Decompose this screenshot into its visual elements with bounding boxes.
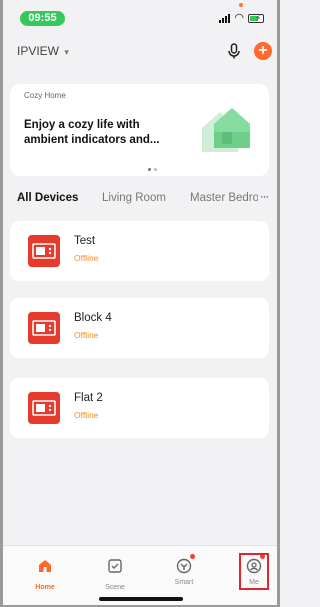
device-card[interactable]: Test Offline [10,221,269,281]
privacy-indicator-icon [239,3,243,7]
doorbell-device-icon [28,392,60,424]
doorbell-device-icon [28,235,60,267]
device-name: Test [74,235,96,247]
system-icons: ◠ ⚡ [219,10,264,26]
doorbell-device-icon [28,312,60,344]
home-name-label: IPVIEW [17,44,60,58]
device-status: Offline [74,253,99,263]
me-tab-highlight-box [239,553,269,590]
device-name: Flat 2 [74,392,103,404]
tab-master-bedroom[interactable]: Master Bedroom [190,192,258,204]
home-selector[interactable]: IPVIEW ▾ [17,44,69,58]
bottom-nav: Home Scene Smart Me [3,545,277,605]
home-icon [39,560,51,572]
app-header: IPVIEW ▾ + [3,38,277,64]
nav-smart[interactable]: Smart [159,554,209,586]
device-status: Offline [74,330,99,340]
wifi-icon: ◠ [234,12,244,24]
carousel-dots [148,168,157,171]
smart-icon-wrap [174,554,195,576]
banner-tag: Cozy Home [24,91,66,100]
tab-all-devices[interactable]: All Devices [17,192,78,204]
nav-label: Scene [105,584,125,591]
status-bar: 09:55 ◠ ⚡ [3,0,277,32]
device-card[interactable]: Flat 2 Offline [10,378,269,438]
tab-living-room[interactable]: Living Room [102,192,166,204]
banner-text: Enjoy a cozy life with ambient indicator… [24,119,160,146]
device-card[interactable]: Block 4 Offline [10,298,269,358]
smart-icon [176,558,192,574]
microphone-icon[interactable] [225,42,243,60]
signal-icon [219,13,231,23]
device-status: Offline [74,410,99,420]
status-time: 09:55 [20,11,65,26]
house-illustration-icon [202,108,250,152]
notification-dot-icon [190,554,195,559]
nav-label: Smart [174,579,194,586]
room-tabs: All Devices Living Room Master Bedroom ·… [3,190,277,210]
carousel-dot [148,168,151,171]
scene-icon [108,559,122,573]
home-indicator [99,597,183,601]
battery-icon: ⚡ [248,13,264,23]
add-device-button[interactable]: + [254,42,272,60]
more-icon[interactable]: ··· [260,191,269,203]
cozy-home-banner[interactable]: Cozy Home Enjoy a cozy life with ambient… [10,84,269,176]
nav-scene[interactable]: Scene [90,556,140,591]
chevron-down-icon: ▾ [64,47,69,57]
carousel-dot [154,168,157,171]
device-name: Block 4 [74,312,112,324]
phone-screen: 09:55 ◠ ⚡ IPVIEW ▾ + Cozy Home Enjoy a c [0,0,280,607]
nav-home[interactable]: Home [20,556,70,591]
tab-master-bedroom-clip: Master Bedroom [190,190,258,210]
nav-label: Home [35,584,55,591]
